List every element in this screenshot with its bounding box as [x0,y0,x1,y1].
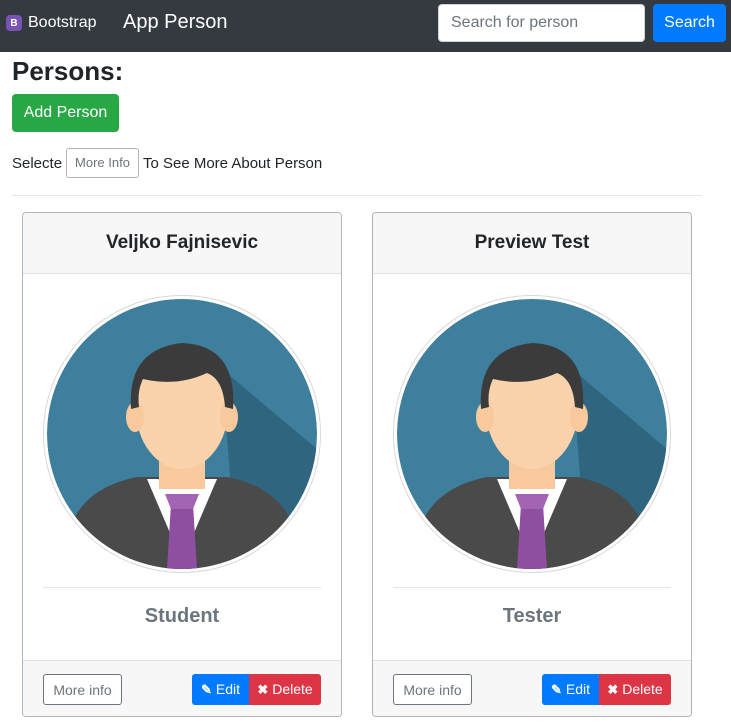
app-title[interactable]: App Person [123,11,228,34]
edit-button[interactable]: ✎ Edit [542,674,599,705]
edit-label: Edit [565,681,591,697]
delete-label: Delete [272,681,313,697]
brand-link[interactable]: B Bootstrap [6,14,96,32]
brand-label: Bootstrap [28,14,97,31]
delete-label: Delete [622,681,663,697]
card-footer: More info ✎ Edit ✖ Delete [23,660,341,716]
hint-more-info-chip: More Info [66,148,139,178]
times-icon: ✖ [257,682,269,697]
person-role: Student [144,605,220,627]
card-footer: More info ✎ Edit ✖ Delete [373,660,691,716]
add-person-button[interactable]: Add Person [12,94,119,132]
person-card: Preview Test Tester More info ✎ Edit ✖ Del… [372,212,692,717]
person-name: Preview Test [373,213,691,274]
more-info-button[interactable]: More info [393,674,472,705]
person-avatar-icon [43,295,321,573]
search-button[interactable]: Search [653,4,726,42]
times-icon: ✖ [607,682,619,697]
edit-label: Edit [215,681,241,697]
person-card: Veljko Fajnisevic Student More info ✎ Edi… [22,212,342,717]
more-info-button[interactable]: More info [43,674,122,705]
hint-before: Selecte [12,154,63,172]
person-name: Veljko Fajnisevic [23,213,341,274]
search-input[interactable] [438,4,645,42]
card-divider [393,587,671,588]
pencil-icon: ✎ [550,682,562,697]
bootstrap-logo-icon: B [6,15,22,31]
hint-text: Selecte More Info To See More About Pers… [12,148,322,178]
divider [12,195,702,196]
delete-button[interactable]: ✖ Delete [249,674,321,705]
edit-button[interactable]: ✎ Edit [192,674,249,705]
person-role: Tester [502,605,562,627]
delete-button[interactable]: ✖ Delete [599,674,671,705]
navbar: B Bootstrap App Person Search [0,0,731,52]
person-avatar-icon [393,295,671,573]
page-title: Persons: [12,56,124,86]
card-divider [43,587,321,588]
hint-after: To See More About Person [142,154,323,172]
pencil-icon: ✎ [200,682,212,697]
